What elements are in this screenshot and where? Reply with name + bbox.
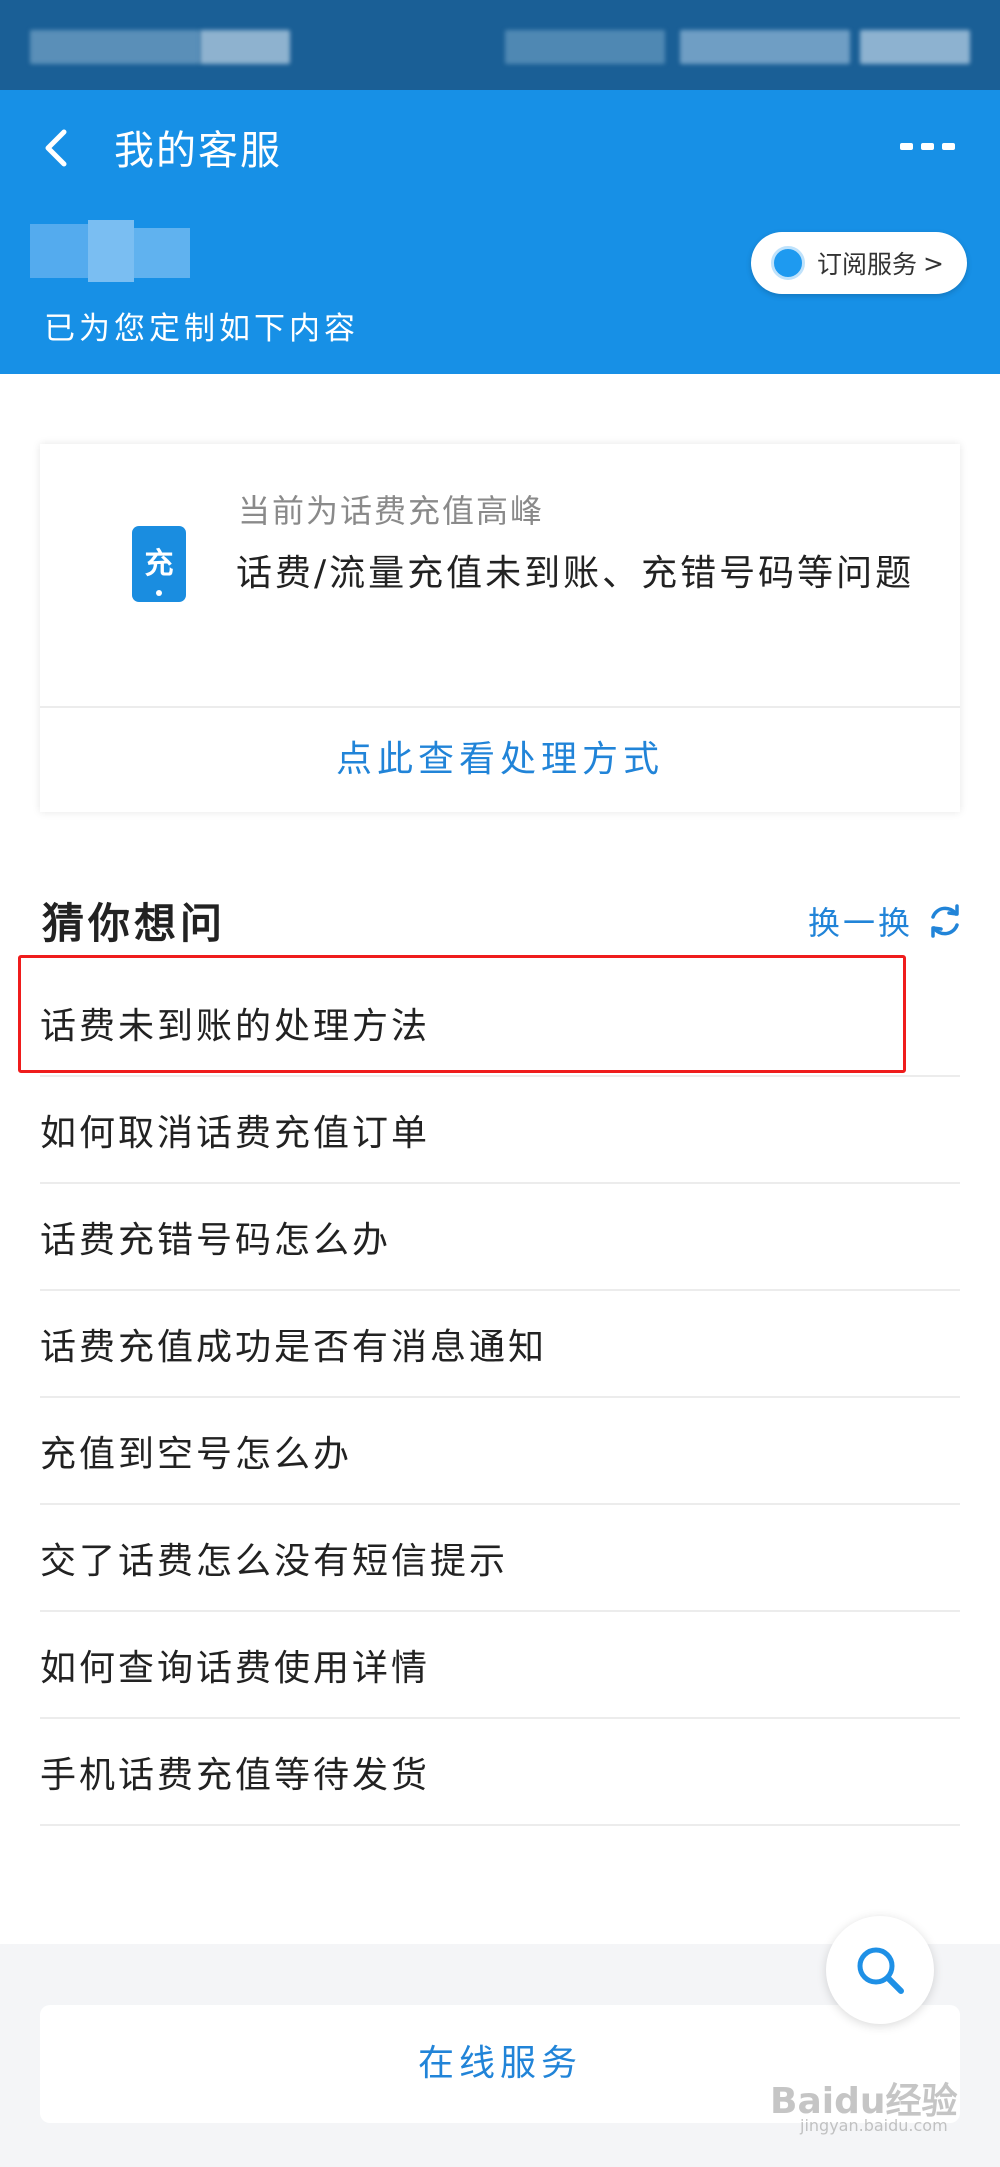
search-button[interactable] bbox=[826, 1916, 934, 2024]
question-list: 话费未到账的处理方法 如何取消话费充值订单 话费充错号码怎么办 话费充值成功是否… bbox=[40, 970, 960, 1826]
question-item[interactable]: 交了话费怎么没有短信提示 bbox=[40, 1505, 960, 1612]
question-item[interactable]: 手机话费充值等待发货 bbox=[40, 1719, 960, 1826]
refresh-icon bbox=[931, 904, 959, 938]
status-blur-right-3 bbox=[860, 30, 970, 64]
status-blur-right-2 bbox=[680, 30, 850, 64]
subscribe-label: 订阅服务 bbox=[817, 250, 918, 279]
avatar bbox=[30, 220, 190, 282]
chevron-right-icon: > bbox=[923, 248, 944, 278]
status-blur-right bbox=[505, 30, 665, 64]
peak-notice-text: 当前为话费充值高峰 bbox=[238, 492, 545, 530]
subscribe-icon bbox=[771, 246, 805, 280]
more-icon[interactable] bbox=[900, 140, 956, 154]
refresh-label: 换一换 bbox=[808, 904, 914, 942]
recharge-phone-icon: 充 bbox=[132, 526, 186, 602]
back-arrow-icon[interactable] bbox=[38, 128, 78, 168]
subscribe-button[interactable]: 订阅服务 > bbox=[751, 232, 967, 294]
highlight-box bbox=[18, 955, 906, 1073]
notice-card: 充 当前为话费充值高峰 话费/流量充值未到账、充错号码等问题 点此查看处理方式 bbox=[40, 444, 960, 812]
question-item[interactable]: 话费充错号码怎么办 bbox=[40, 1184, 960, 1291]
status-bar bbox=[0, 0, 1000, 90]
view-solution-link[interactable]: 点此查看处理方式 bbox=[40, 730, 960, 782]
question-item[interactable]: 如何取消话费充值订单 bbox=[40, 1077, 960, 1184]
recharge-icon-char: 充 bbox=[144, 546, 174, 580]
status-blur-left bbox=[30, 30, 200, 64]
question-item[interactable]: 充值到空号怎么办 bbox=[40, 1398, 960, 1505]
status-blur-left-2 bbox=[200, 30, 290, 64]
question-item[interactable]: 话费充值成功是否有消息通知 bbox=[40, 1291, 960, 1398]
watermark-sub: jingyan.baidu.com bbox=[800, 2116, 948, 2135]
issue-text: 话费/流量充值未到账、充错号码等问题 bbox=[236, 553, 915, 594]
page-title: 我的客服 bbox=[114, 128, 282, 174]
search-icon bbox=[857, 1947, 904, 1994]
question-item[interactable]: 如何查询话费使用详情 bbox=[40, 1612, 960, 1719]
custom-content-text: 已为您定制如下内容 bbox=[44, 311, 359, 347]
refresh-button[interactable]: 换一换 bbox=[808, 898, 963, 944]
section-title: 猜你想问 bbox=[42, 899, 227, 948]
recharge-icon-dot bbox=[156, 590, 162, 596]
divider bbox=[40, 706, 960, 708]
